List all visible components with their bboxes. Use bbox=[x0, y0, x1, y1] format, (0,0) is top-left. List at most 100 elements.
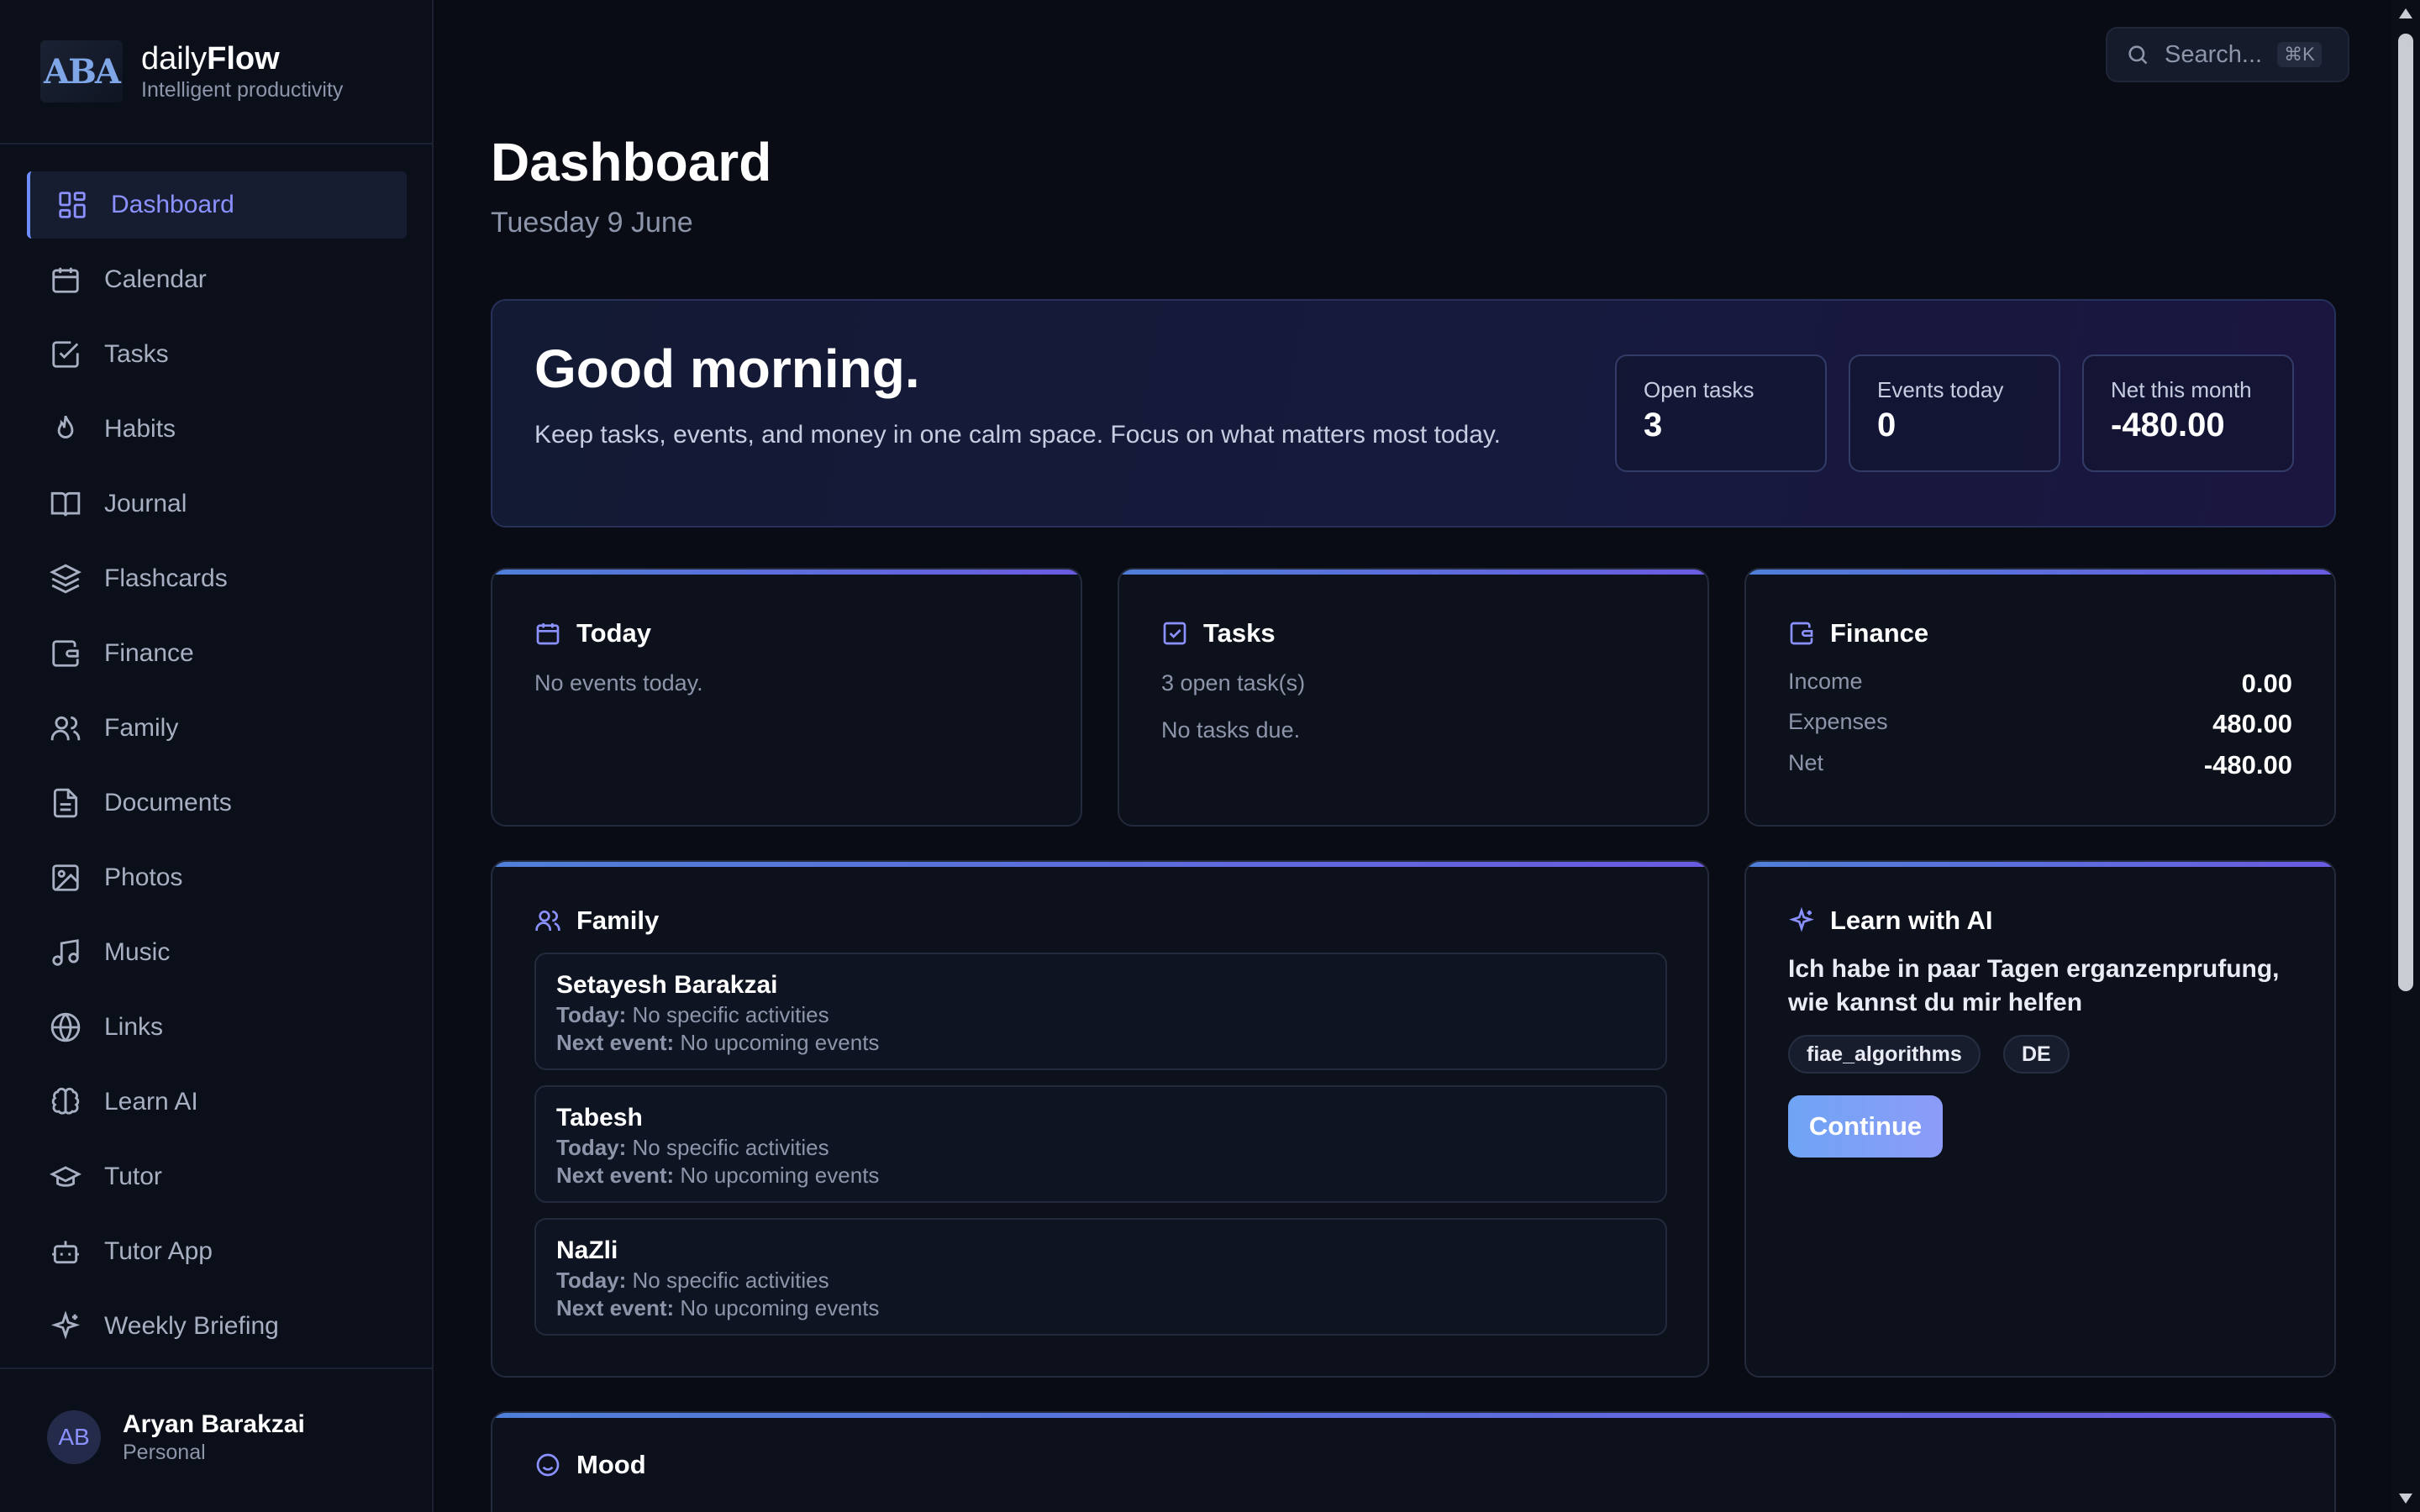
finance-label: Income bbox=[1788, 669, 1863, 694]
music-icon bbox=[49, 936, 82, 969]
stat-value: -480.00 bbox=[2111, 407, 2225, 444]
finance-value: 480.00 bbox=[2212, 709, 2292, 738]
page-date: Tuesday 9 June bbox=[491, 207, 693, 239]
family-member[interactable]: Tabesh Today: No specific activities Nex… bbox=[534, 1085, 1667, 1203]
image-icon bbox=[49, 861, 82, 895]
family-card: Family Setayesh Barakzai Today: No speci… bbox=[491, 860, 1709, 1378]
sidebar-item-photos[interactable]: Photos bbox=[27, 844, 407, 911]
sidebar-item-label: Tutor App bbox=[104, 1237, 213, 1265]
ai-prompt-text: Ich habe in paar Tagen erganzenprufung, … bbox=[1788, 955, 2280, 1016]
brand-name: dailyFlow bbox=[141, 40, 343, 77]
tasks-due-text: No tasks due. bbox=[1161, 717, 1301, 743]
greeting-banner: Good morning. Keep tasks, events, and mo… bbox=[491, 299, 2336, 528]
smile-icon bbox=[536, 1453, 560, 1477]
card-title: Learn with AI bbox=[1830, 906, 1993, 935]
member-next-label: Next event: bbox=[556, 1030, 675, 1055]
language-chip[interactable]: DE bbox=[2003, 1035, 2070, 1074]
search-shortcut: ⌘K bbox=[2277, 42, 2322, 67]
stat-label: Open tasks bbox=[1644, 377, 1754, 402]
continue-button[interactable]: Continue bbox=[1788, 1095, 1943, 1158]
member-next-value: No upcoming events bbox=[680, 1295, 880, 1320]
search-input[interactable]: Search... ⌘K bbox=[2106, 27, 2349, 82]
member-today-value: No specific activities bbox=[632, 1002, 829, 1027]
stat-value: 3 bbox=[1644, 407, 1663, 444]
sidebar-item-tutor-app[interactable]: Tutor App bbox=[27, 1218, 407, 1285]
today-empty-text: No events today. bbox=[534, 670, 703, 696]
checkbox-icon bbox=[49, 338, 82, 371]
member-next-event: Next event: No upcoming events bbox=[556, 1029, 1645, 1057]
sidebar-item-tasks[interactable]: Tasks bbox=[27, 321, 407, 388]
member-today: Today: No specific activities bbox=[556, 1001, 1645, 1029]
sidebar-item-label: Weekly Briefing bbox=[104, 1312, 279, 1340]
brand[interactable]: ABA dailyFlow Intelligent productivity bbox=[40, 40, 343, 102]
member-name: Setayesh Barakzai bbox=[556, 971, 778, 999]
stat-label: Net this month bbox=[2111, 377, 2252, 402]
member-next-label: Next event: bbox=[556, 1295, 675, 1320]
finance-card: Finance Income 0.00 Expenses 480.00 Net … bbox=[1744, 568, 2336, 827]
bot-icon bbox=[49, 1235, 82, 1268]
sidebar-item-habits[interactable]: Habits bbox=[27, 396, 407, 463]
member-next-event: Next event: No upcoming events bbox=[556, 1162, 1645, 1189]
family-member[interactable]: Setayesh Barakzai Today: No specific act… bbox=[534, 953, 1667, 1070]
sidebar-item-family[interactable]: Family bbox=[27, 695, 407, 762]
member-today: Today: No specific activities bbox=[556, 1134, 1645, 1162]
sidebar-item-finance[interactable]: Finance bbox=[27, 620, 407, 687]
sidebar-item-links[interactable]: Links bbox=[27, 994, 407, 1061]
calendar-icon bbox=[536, 623, 560, 645]
brand-subtitle: Intelligent productivity bbox=[141, 78, 344, 102]
member-next-value: No upcoming events bbox=[680, 1030, 880, 1055]
sidebar-item-label: Links bbox=[104, 1013, 164, 1041]
sidebar-item-music[interactable]: Music bbox=[27, 919, 407, 986]
search-placeholder: Search... bbox=[2165, 40, 2263, 68]
sidebar-item-flashcards[interactable]: Flashcards bbox=[27, 545, 407, 612]
sidebar-item-label: Dashboard bbox=[111, 191, 234, 218]
tasks-card: Tasks 3 open task(s) No tasks due. bbox=[1118, 568, 1709, 827]
card-title: Finance bbox=[1830, 618, 1929, 648]
sidebar-item-documents[interactable]: Documents bbox=[27, 769, 407, 837]
member-today: Today: No specific activities bbox=[556, 1267, 1645, 1294]
scroll-down-arrow[interactable] bbox=[2399, 1494, 2412, 1504]
users-icon bbox=[535, 911, 560, 931]
member-name: NaZli bbox=[556, 1236, 618, 1264]
sparkles-icon bbox=[1789, 907, 1814, 932]
learn-ai-card: Learn with AI Ich habe in paar Tagen erg… bbox=[1744, 860, 2336, 1378]
card-title: Mood bbox=[576, 1450, 646, 1479]
sidebar-item-label: Family bbox=[104, 714, 179, 742]
search-icon bbox=[2128, 45, 2148, 65]
sidebar-item-label: Journal bbox=[104, 490, 187, 517]
sidebar-divider bbox=[0, 143, 432, 144]
mood-card: Mood bbox=[491, 1411, 2336, 1512]
sidebar-item-label: Photos bbox=[104, 864, 183, 891]
member-today-value: No specific activities bbox=[632, 1135, 829, 1160]
brand-text: dailyFlow Intelligent productivity bbox=[141, 40, 343, 102]
wallet-icon bbox=[1790, 622, 1813, 645]
today-card: Today No events today. bbox=[491, 568, 1082, 827]
scroll-up-arrow[interactable] bbox=[2399, 8, 2412, 18]
topic-chip[interactable]: fiae_algorithms bbox=[1788, 1035, 1981, 1074]
card-title: Tasks bbox=[1203, 618, 1276, 648]
sidebar-item-label: Tutor bbox=[104, 1163, 162, 1190]
app-root: ABA dailyFlow Intelligent productivity D… bbox=[0, 0, 2420, 1512]
stat-net-this-month: Net this month -480.00 bbox=[2082, 354, 2294, 472]
sidebar-item-label: Learn AI bbox=[104, 1088, 198, 1116]
user-role: Personal bbox=[123, 1441, 206, 1464]
tasks-open-count: 3 open task(s) bbox=[1161, 670, 1306, 696]
user-profile[interactable]: AB Aryan Barakzai Personal bbox=[47, 1410, 305, 1465]
card-title: Today bbox=[576, 618, 651, 648]
sidebar-item-journal[interactable]: Journal bbox=[27, 470, 407, 538]
sidebar-item-tutor[interactable]: Tutor bbox=[27, 1143, 407, 1210]
sidebar-item-dashboard[interactable]: Dashboard bbox=[27, 171, 407, 239]
book-icon bbox=[49, 487, 82, 521]
sidebar-item-label: Music bbox=[104, 938, 171, 966]
sidebar-item-calendar[interactable]: Calendar bbox=[27, 246, 407, 313]
member-next-event: Next event: No upcoming events bbox=[556, 1294, 1645, 1322]
finance-label: Expenses bbox=[1788, 709, 1888, 734]
family-member[interactable]: NaZli Today: No specific activities Next… bbox=[534, 1218, 1667, 1336]
scrollbar[interactable] bbox=[2391, 0, 2420, 1512]
finance-value: 0.00 bbox=[2241, 669, 2292, 698]
scroll-thumb[interactable] bbox=[2398, 34, 2413, 991]
sidebar-item-learn-ai[interactable]: Learn AI bbox=[27, 1068, 407, 1136]
sidebar: ABA dailyFlow Intelligent productivity D… bbox=[0, 0, 434, 1512]
sidebar-item-weekly-briefing[interactable]: Weekly Briefing bbox=[27, 1293, 407, 1360]
finance-row-net: Net -480.00 bbox=[1788, 750, 2292, 780]
